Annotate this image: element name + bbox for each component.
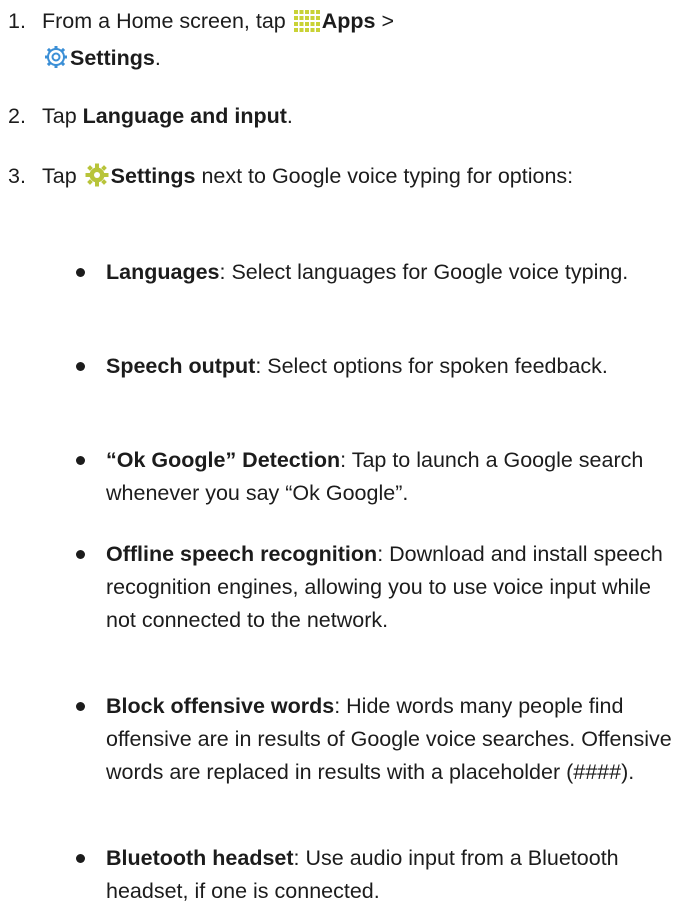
bullet-dot — [76, 362, 85, 371]
step-text: From a Home screen, tap Apps > Settings. — [42, 5, 678, 79]
language-and-input-label: Language and input — [82, 104, 287, 128]
apps-grid-icon — [293, 9, 320, 42]
settings-label: Settings — [110, 164, 196, 188]
option-term: Block offensive words — [106, 694, 335, 718]
step-text: Tap Settings next to Google voice typing — [42, 160, 678, 197]
settings-cog-icon — [85, 163, 109, 197]
step-number: 3. — [8, 164, 26, 188]
step-number: 1. — [8, 9, 26, 33]
settings-gear-icon — [44, 45, 68, 79]
bullet-dot — [76, 456, 85, 465]
bullet-dot — [76, 550, 85, 559]
settings-label: Settings — [70, 46, 155, 70]
apps-label: Apps — [321, 9, 376, 33]
bullet-dot — [76, 854, 85, 863]
step-number: 2. — [8, 104, 26, 128]
option-description: : Select options for spoken feedback. — [255, 354, 608, 378]
option-term: Speech output — [106, 354, 256, 378]
option-description: : Select languages for Google voice typi… — [219, 260, 629, 284]
option-term: “Ok Google” Detection — [106, 448, 341, 472]
step-text: Tap Language and input. — [42, 104, 293, 128]
bullet-dot — [76, 268, 85, 277]
option-term: Bluetooth headset — [106, 846, 294, 870]
option-term: Offline speech recognition — [106, 542, 378, 566]
bullet-dot — [76, 702, 85, 711]
option-term: Languages — [106, 260, 220, 284]
